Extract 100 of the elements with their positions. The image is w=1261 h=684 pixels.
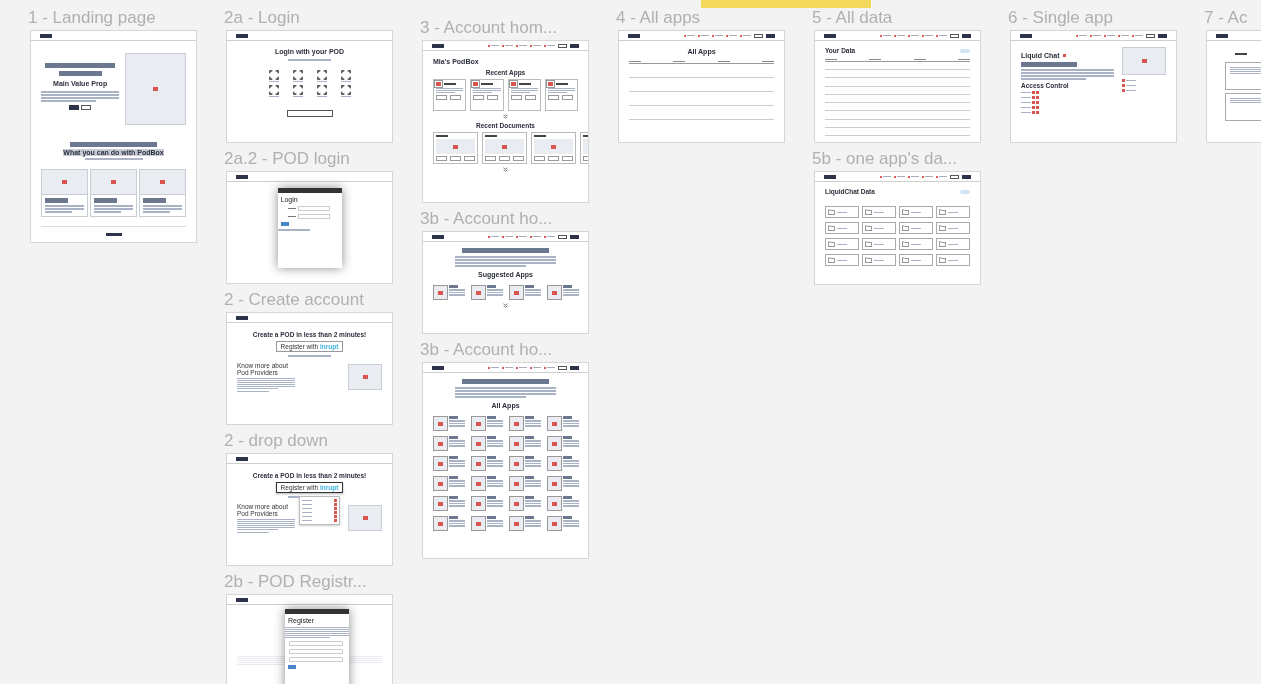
nav-tab[interactable]	[502, 235, 513, 238]
nav-tab[interactable]	[530, 44, 541, 47]
link-placeholder[interactable]	[237, 390, 269, 392]
folder-tile[interactable]	[825, 222, 859, 234]
provider-icon[interactable]	[340, 69, 351, 80]
nav-tab[interactable]	[908, 34, 919, 37]
folder-tile[interactable]	[899, 206, 933, 218]
app-tile[interactable]	[508, 476, 541, 491]
folder-tile[interactable]	[899, 238, 933, 250]
logo-block[interactable]	[236, 174, 248, 179]
nav-tab[interactable]	[530, 366, 541, 369]
dropdown-item[interactable]	[302, 515, 337, 518]
app-tile[interactable]	[432, 476, 465, 491]
logo-block[interactable]	[236, 597, 248, 602]
nav-tab[interactable]	[502, 366, 513, 369]
nav-tab[interactable]	[1118, 34, 1129, 37]
provider-icon[interactable]	[268, 84, 279, 95]
nav-tab[interactable]	[516, 44, 527, 47]
nav-tab[interactable]	[488, 366, 499, 369]
nav-tab[interactable]	[922, 175, 933, 178]
nav-tab[interactable]	[1076, 34, 1087, 37]
logo-block[interactable]	[1216, 33, 1228, 38]
logo-block[interactable]	[432, 365, 444, 370]
app-tile[interactable]	[470, 416, 503, 431]
nav-tab[interactable]	[1104, 34, 1115, 37]
app-tile[interactable]	[432, 416, 465, 431]
nav-tab[interactable]	[740, 34, 751, 37]
app-tile[interactable]	[470, 456, 503, 471]
folder-tile[interactable]	[862, 206, 896, 218]
nav-tab[interactable]	[922, 34, 933, 37]
app-tile[interactable]	[546, 496, 579, 511]
app-tile[interactable]	[508, 456, 541, 471]
app-card[interactable]	[507, 79, 541, 111]
folder-tile[interactable]	[862, 238, 896, 250]
app-tile[interactable]	[432, 456, 465, 471]
provider-icon[interactable]	[316, 84, 327, 95]
app-card[interactable]	[544, 79, 578, 111]
nav-tab[interactable]	[908, 175, 919, 178]
nav-tab[interactable]	[516, 235, 527, 238]
app-tile[interactable]	[432, 436, 465, 451]
nav-tab[interactable]	[488, 44, 499, 47]
nav-tab[interactable]	[530, 235, 541, 238]
chevron-down-icon[interactable]	[503, 303, 508, 308]
folder-tile[interactable]	[899, 254, 933, 266]
folder-tile[interactable]	[862, 254, 896, 266]
logo-block[interactable]	[236, 315, 248, 320]
app-tile[interactable]	[432, 516, 465, 531]
view-toggle[interactable]	[960, 48, 970, 53]
logo-block[interactable]	[236, 33, 248, 38]
app-card[interactable]	[470, 79, 504, 111]
nav-tab[interactable]	[880, 175, 891, 178]
folder-tile[interactable]	[936, 254, 970, 266]
folder-tile[interactable]	[899, 222, 933, 234]
folder-tile[interactable]	[825, 206, 859, 218]
app-tile[interactable]	[508, 436, 541, 451]
app-tile[interactable]	[470, 436, 503, 451]
outline-button[interactable]	[286, 109, 333, 117]
logo-block[interactable]	[40, 33, 52, 38]
nav-tab[interactable]	[726, 34, 737, 37]
folder-tile[interactable]	[825, 254, 859, 266]
nav-tab[interactable]	[936, 34, 947, 37]
provider-icon[interactable]	[292, 84, 303, 95]
provider-icon[interactable]	[316, 69, 327, 80]
app-tile[interactable]	[508, 285, 541, 300]
nav-tab[interactable]	[936, 175, 947, 178]
app-tile[interactable]	[470, 516, 503, 531]
view-toggle[interactable]	[960, 189, 970, 194]
signup-button[interactable]	[81, 105, 92, 110]
app-tile[interactable]	[470, 285, 503, 300]
app-tile[interactable]	[508, 416, 541, 431]
folder-tile[interactable]	[862, 222, 896, 234]
nav-tab[interactable]	[894, 175, 905, 178]
folder-tile[interactable]	[936, 238, 970, 250]
app-tile[interactable]	[546, 516, 579, 531]
folder-tile[interactable]	[825, 238, 859, 250]
app-card[interactable]	[433, 79, 467, 111]
app-tile[interactable]	[470, 496, 503, 511]
app-tile[interactable]	[546, 436, 579, 451]
app-tile[interactable]	[546, 416, 579, 431]
logo-block[interactable]	[236, 456, 248, 461]
input-field[interactable]	[289, 657, 343, 662]
nav-tab[interactable]	[544, 366, 555, 369]
logo-block[interactable]	[628, 33, 640, 38]
app-tile[interactable]	[546, 285, 579, 300]
submit-button[interactable]	[280, 222, 289, 226]
app-tile[interactable]	[432, 285, 465, 300]
folder-tile[interactable]	[936, 206, 970, 218]
logo-block[interactable]	[432, 234, 444, 239]
nav-tab[interactable]	[544, 235, 555, 238]
nav-tab[interactable]	[502, 44, 513, 47]
app-tile[interactable]	[546, 456, 579, 471]
app-tile[interactable]	[508, 496, 541, 511]
input-field[interactable]	[289, 649, 343, 654]
nav-tab[interactable]	[894, 34, 905, 37]
logo-block[interactable]	[432, 43, 444, 48]
input-field[interactable]	[297, 214, 330, 219]
app-tile[interactable]	[508, 516, 541, 531]
nav-tab[interactable]	[1132, 34, 1143, 37]
nav-tab[interactable]	[880, 34, 891, 37]
logo-block[interactable]	[824, 33, 836, 38]
